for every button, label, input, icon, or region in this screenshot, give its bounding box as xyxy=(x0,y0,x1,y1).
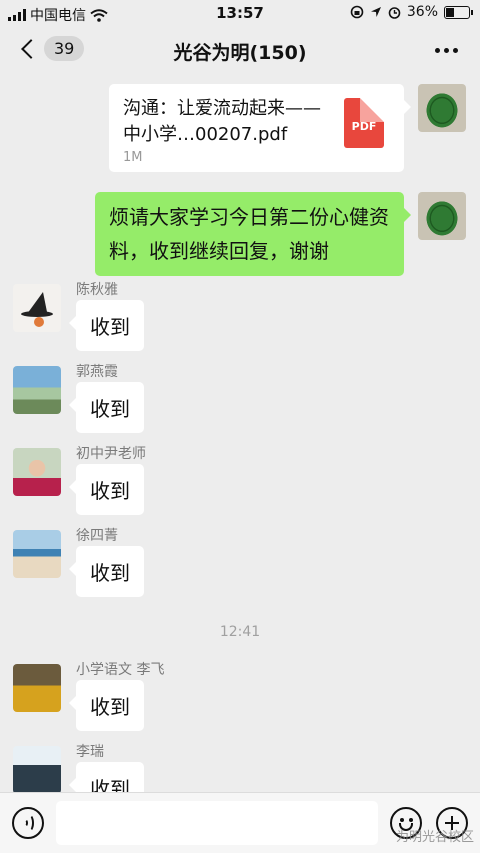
lock-rotation-icon xyxy=(350,5,364,19)
file-name: 沟通：让爱流动起来——中小学…00207.pdf xyxy=(123,98,321,145)
self-text-content: 烦请大家学习今日第二份心健资料，收到继续回复，谢谢 xyxy=(109,205,389,263)
self-avatar[interactable] xyxy=(418,84,466,132)
reply-message[interactable]: 收到 xyxy=(69,546,144,597)
battery-icon xyxy=(444,5,473,19)
voice-icon[interactable] xyxy=(12,807,44,839)
time-divider: 12:41 xyxy=(219,624,261,640)
avatar[interactable] xyxy=(13,448,61,496)
self-text-message[interactable]: 烦请大家学习今日第二份心健资料，收到继续回复，谢谢 xyxy=(95,192,411,276)
watermark: 为明光谷校区 xyxy=(395,830,474,845)
more-icon[interactable] xyxy=(435,48,458,53)
nav-bar: 39 光谷为明(150) xyxy=(0,26,480,74)
reply-text: 收到 xyxy=(90,695,130,719)
sender-name: 郭燕霞 xyxy=(76,364,118,380)
file-size: 1M xyxy=(123,150,143,165)
reply-text: 收到 xyxy=(90,397,130,421)
sender-name: 陈秋雅 xyxy=(76,282,118,298)
avatar[interactable] xyxy=(13,530,61,578)
alarm-icon xyxy=(388,6,401,19)
location-icon xyxy=(370,7,381,17)
reply-message[interactable]: 收到 xyxy=(69,300,144,351)
sender-name: 徐四菁 xyxy=(76,528,118,544)
sender-name: 小学语文 李飞 xyxy=(76,662,165,678)
reply-text: 收到 xyxy=(90,561,130,585)
reply-text: 收到 xyxy=(90,479,130,503)
reply-text: 收到 xyxy=(90,315,130,339)
reply-message[interactable]: 收到 xyxy=(69,382,144,433)
chat-title: 光谷为明(150) xyxy=(173,42,307,64)
status-bar: 中国电信 13:57 36% xyxy=(0,0,480,26)
file-message[interactable]: 沟通：让爱流动起来——中小学…00207.pdf 1M PDF xyxy=(109,84,411,172)
avatar[interactable] xyxy=(13,366,61,414)
battery-percent: 36% xyxy=(406,4,438,20)
status-right: 36% xyxy=(350,4,473,20)
avatar[interactable] xyxy=(13,664,61,712)
reply-message[interactable]: 收到 xyxy=(69,680,144,731)
avatar[interactable] xyxy=(13,746,61,794)
self-avatar[interactable] xyxy=(418,192,466,240)
avatar[interactable] xyxy=(13,284,61,332)
reply-message[interactable]: 收到 xyxy=(69,464,144,515)
sender-name: 初中尹老师 xyxy=(76,446,146,462)
message-input[interactable] xyxy=(56,801,378,845)
sender-name: 李瑞 xyxy=(76,744,104,760)
pdf-icon: PDF xyxy=(344,98,384,148)
